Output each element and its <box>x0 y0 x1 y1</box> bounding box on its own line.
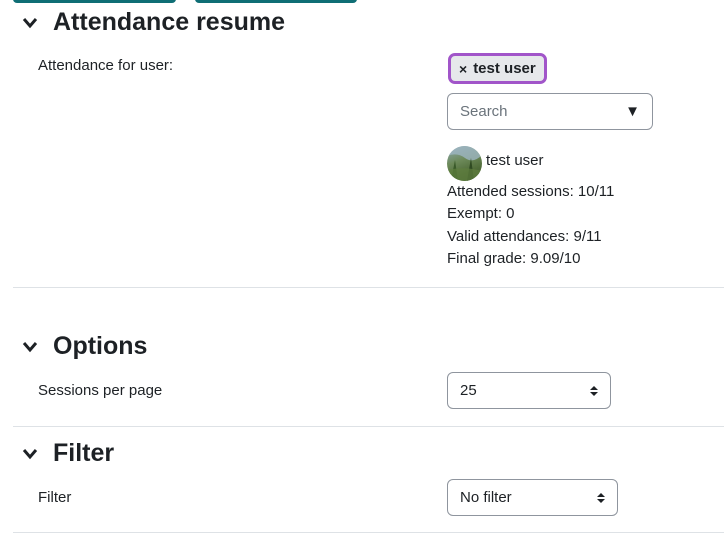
avatar <box>447 146 482 181</box>
attended-sessions-text: Attended sessions: 10/11 <box>447 183 615 200</box>
attendance-for-user-label: Attendance for user: <box>38 57 174 74</box>
final-grade-text: Final grade: 9.09/10 <box>447 250 581 267</box>
filter-label: Filter <box>38 489 72 506</box>
divider <box>13 287 724 288</box>
select-value: 25 <box>460 382 477 399</box>
section-header-options[interactable]: Options <box>20 332 147 361</box>
filter-select[interactable]: No filter <box>447 479 618 516</box>
valid-attendances-text: Valid attendances: 9/11 <box>447 228 602 245</box>
section-header-filter[interactable]: Filter <box>20 439 114 468</box>
remove-chip-icon[interactable]: × <box>459 61 467 77</box>
user-summary-header: test user <box>447 146 544 181</box>
divider <box>13 426 724 427</box>
select-value: No filter <box>460 489 512 506</box>
user-name: test user <box>486 152 544 169</box>
section-title: Filter <box>53 439 115 467</box>
selected-user-chip[interactable]: × test user <box>448 53 547 84</box>
chevron-down-icon[interactable] <box>20 444 40 464</box>
select-arrows-icon <box>597 492 605 503</box>
select-arrows-icon <box>590 385 598 396</box>
user-search-field[interactable]: ▼ <box>447 93 653 130</box>
section-header-attendance-resume[interactable]: Attendance resume <box>20 8 285 37</box>
section-title: Attendance resume <box>53 8 286 36</box>
dropdown-arrow-icon[interactable]: ▼ <box>625 103 640 120</box>
exempt-text: Exempt: 0 <box>447 205 515 222</box>
chevron-down-icon[interactable] <box>20 13 40 33</box>
top-button-left[interactable] <box>13 0 176 3</box>
top-button-right[interactable] <box>195 0 357 3</box>
section-title: Options <box>53 332 148 360</box>
chip-label: test user <box>473 60 536 77</box>
divider <box>13 532 724 533</box>
chevron-down-icon[interactable] <box>20 337 40 357</box>
sessions-per-page-label: Sessions per page <box>38 382 163 399</box>
search-input[interactable] <box>460 103 610 120</box>
sessions-per-page-select[interactable]: 25 <box>447 372 611 409</box>
